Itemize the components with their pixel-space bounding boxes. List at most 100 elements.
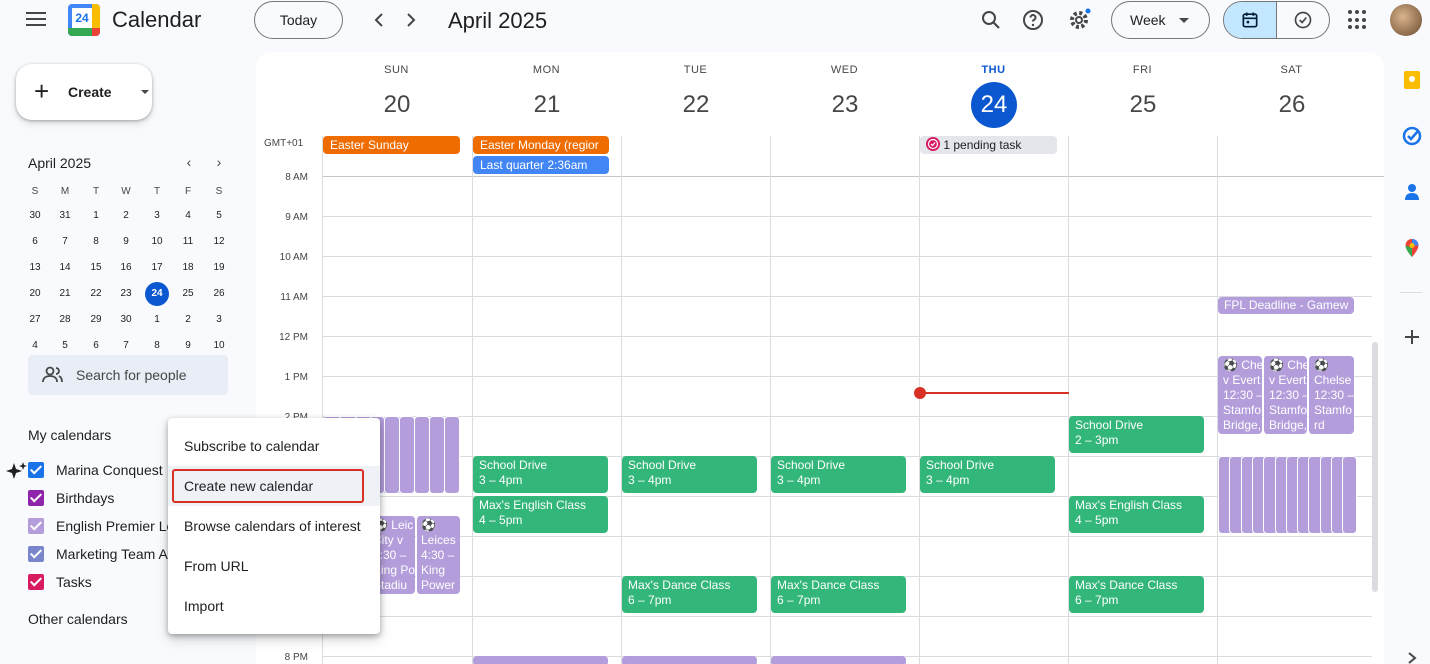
day-number[interactable]: 20 bbox=[374, 82, 420, 128]
day-number[interactable]: 22 bbox=[673, 82, 719, 128]
day-number[interactable]: 24 bbox=[971, 82, 1017, 128]
event-match-sun-overlap[interactable] bbox=[444, 416, 460, 494]
day-number[interactable]: 25 bbox=[1120, 82, 1166, 128]
event-dance-class-fri[interactable]: Max's Dance Class 6 – 7pm bbox=[1069, 576, 1204, 613]
mini-day[interactable]: 8 bbox=[84, 230, 108, 254]
event-match-sat-overlap[interactable] bbox=[1342, 456, 1358, 534]
event-match-sun-overlap[interactable] bbox=[414, 416, 430, 494]
event-match-sat-1[interactable]: ⚽ Che v Evert 12:30 – Stamfo Bridge, bbox=[1218, 356, 1262, 434]
event-school-drive-tue[interactable]: School Drive 3 – 4pm bbox=[622, 456, 757, 493]
mini-day[interactable]: 19 bbox=[207, 256, 231, 280]
mini-day[interactable]: 4 bbox=[176, 204, 200, 228]
today-button[interactable]: Today bbox=[254, 1, 343, 39]
allday-event-last-quarter[interactable]: Last quarter 2:36am bbox=[473, 156, 609, 174]
day-number[interactable]: 23 bbox=[822, 82, 868, 128]
allday-event-easter-monday[interactable]: Easter Monday (regior bbox=[473, 136, 609, 154]
mini-day[interactable]: 29 bbox=[84, 308, 108, 332]
add-icon[interactable] bbox=[1402, 327, 1422, 347]
mini-day[interactable]: 28 bbox=[53, 308, 77, 332]
event-school-drive-wed[interactable]: School Drive 3 – 4pm bbox=[771, 456, 906, 493]
help-icon[interactable] bbox=[1021, 8, 1045, 32]
maps-icon[interactable] bbox=[1402, 238, 1422, 258]
event-match-sat-3[interactable]: ⚽ Chelse 12:30 – Stamfo rd bbox=[1308, 356, 1354, 434]
calendar-list-item[interactable]: Birthdays bbox=[28, 488, 168, 508]
checkbox-icon[interactable] bbox=[28, 546, 44, 562]
event-school-drive-thu[interactable]: School Drive 3 – 4pm bbox=[920, 456, 1055, 493]
mini-day[interactable]: 17 bbox=[145, 256, 169, 280]
next-week-button[interactable] bbox=[399, 8, 423, 32]
tasks-icon[interactable] bbox=[1402, 126, 1422, 146]
avatar[interactable] bbox=[1390, 4, 1422, 36]
tasks-view-toggle[interactable] bbox=[1277, 2, 1330, 38]
calendar-list-item[interactable]: Marina Conquest bbox=[28, 460, 168, 480]
event-school-drive-mon[interactable]: School Drive 3 – 4pm bbox=[473, 456, 608, 493]
settings-icon[interactable] bbox=[1067, 8, 1091, 32]
calendar-list-item[interactable]: English Premier Le bbox=[28, 516, 174, 536]
mini-day[interactable]: 11 bbox=[176, 230, 200, 254]
prev-week-button[interactable] bbox=[367, 8, 391, 32]
mini-day[interactable]: 30 bbox=[23, 204, 47, 228]
search-icon[interactable] bbox=[979, 8, 1003, 32]
my-calendars-title[interactable]: My calendars bbox=[28, 427, 111, 443]
mini-day[interactable]: 22 bbox=[84, 282, 108, 306]
menu-item-from-url[interactable]: From URL bbox=[168, 546, 380, 586]
other-calendars-title[interactable]: Other calendars bbox=[28, 611, 128, 627]
mini-day[interactable]: 26 bbox=[207, 282, 231, 306]
event-match-sun-2[interactable]: ⚽ Leices 4:30 – King Power bbox=[416, 516, 460, 594]
calendar-list-item[interactable]: Marketing Team A bbox=[28, 544, 168, 564]
event-peek-tue[interactable] bbox=[622, 656, 757, 664]
contacts-icon[interactable] bbox=[1402, 182, 1422, 202]
event-match-sun-overlap[interactable] bbox=[429, 416, 445, 494]
chevron-right-icon[interactable] bbox=[1402, 648, 1422, 664]
menu-item-import[interactable]: Import bbox=[168, 586, 380, 626]
mini-prev-button[interactable]: ‹ bbox=[180, 154, 198, 170]
event-dance-class-tue[interactable]: Max's Dance Class 6 – 7pm bbox=[622, 576, 757, 613]
checkbox-icon[interactable] bbox=[28, 574, 44, 590]
event-english-class-mon[interactable]: Max's English Class 4 – 5pm bbox=[473, 496, 608, 533]
checkbox-icon[interactable] bbox=[28, 518, 44, 534]
mini-day[interactable]: 15 bbox=[84, 256, 108, 280]
day-number[interactable]: 21 bbox=[524, 82, 570, 128]
mini-day[interactable]: 25 bbox=[176, 282, 200, 306]
event-peek-mon[interactable] bbox=[473, 656, 608, 664]
mini-day[interactable]: 5 bbox=[207, 204, 231, 228]
mini-day[interactable]: 3 bbox=[207, 308, 231, 332]
event-english-class-fri[interactable]: Max's English Class 4 – 5pm bbox=[1069, 496, 1204, 533]
mini-day[interactable]: 2 bbox=[114, 204, 138, 228]
mini-day[interactable]: 2 bbox=[176, 308, 200, 332]
checkbox-icon[interactable] bbox=[28, 462, 44, 478]
mini-day[interactable]: 1 bbox=[145, 308, 169, 332]
view-selector[interactable]: Week bbox=[1111, 1, 1210, 39]
event-match-sun-overlap[interactable] bbox=[399, 416, 415, 494]
event-dance-class-wed[interactable]: Max's Dance Class 6 – 7pm bbox=[771, 576, 906, 613]
sparkle-icon[interactable] bbox=[4, 460, 28, 484]
calendar-logo[interactable]: 24 bbox=[68, 4, 100, 36]
app-title[interactable]: Calendar bbox=[112, 7, 201, 33]
day-number[interactable]: 26 bbox=[1269, 82, 1315, 128]
mini-day[interactable]: 12 bbox=[207, 230, 231, 254]
mini-day[interactable]: 10 bbox=[145, 230, 169, 254]
mini-day[interactable]: 23 bbox=[114, 282, 138, 306]
menu-item-browse[interactable]: Browse calendars of interest bbox=[168, 506, 380, 546]
pending-task-chip[interactable]: 1 pending task bbox=[920, 136, 1057, 154]
mini-day[interactable]: 31 bbox=[53, 204, 77, 228]
keep-icon[interactable] bbox=[1402, 70, 1422, 90]
mini-day[interactable]: 13 bbox=[23, 256, 47, 280]
mini-day[interactable]: 16 bbox=[114, 256, 138, 280]
mini-day[interactable]: 24 bbox=[145, 282, 169, 306]
event-match-sat-2[interactable]: ⚽ Che v Evert 12:30 – Stamfo Bridge, bbox=[1263, 356, 1307, 434]
mini-day[interactable]: 30 bbox=[114, 308, 138, 332]
apps-icon[interactable] bbox=[1348, 10, 1368, 30]
checkbox-icon[interactable] bbox=[28, 490, 44, 506]
event-match-sun-overlap[interactable] bbox=[384, 416, 400, 494]
calendar-list-item[interactable]: Tasks bbox=[28, 572, 168, 592]
mini-day[interactable]: 6 bbox=[23, 230, 47, 254]
scrollbar[interactable] bbox=[1372, 342, 1378, 592]
mini-day[interactable]: 20 bbox=[23, 282, 47, 306]
mini-day[interactable]: 3 bbox=[145, 204, 169, 228]
calendar-view-toggle[interactable] bbox=[1224, 2, 1277, 38]
create-button[interactable]: + Create bbox=[16, 64, 152, 120]
mini-day[interactable]: 1 bbox=[84, 204, 108, 228]
event-school-drive-fri[interactable]: School Drive 2 – 3pm bbox=[1069, 416, 1204, 453]
mini-day[interactable]: 14 bbox=[53, 256, 77, 280]
